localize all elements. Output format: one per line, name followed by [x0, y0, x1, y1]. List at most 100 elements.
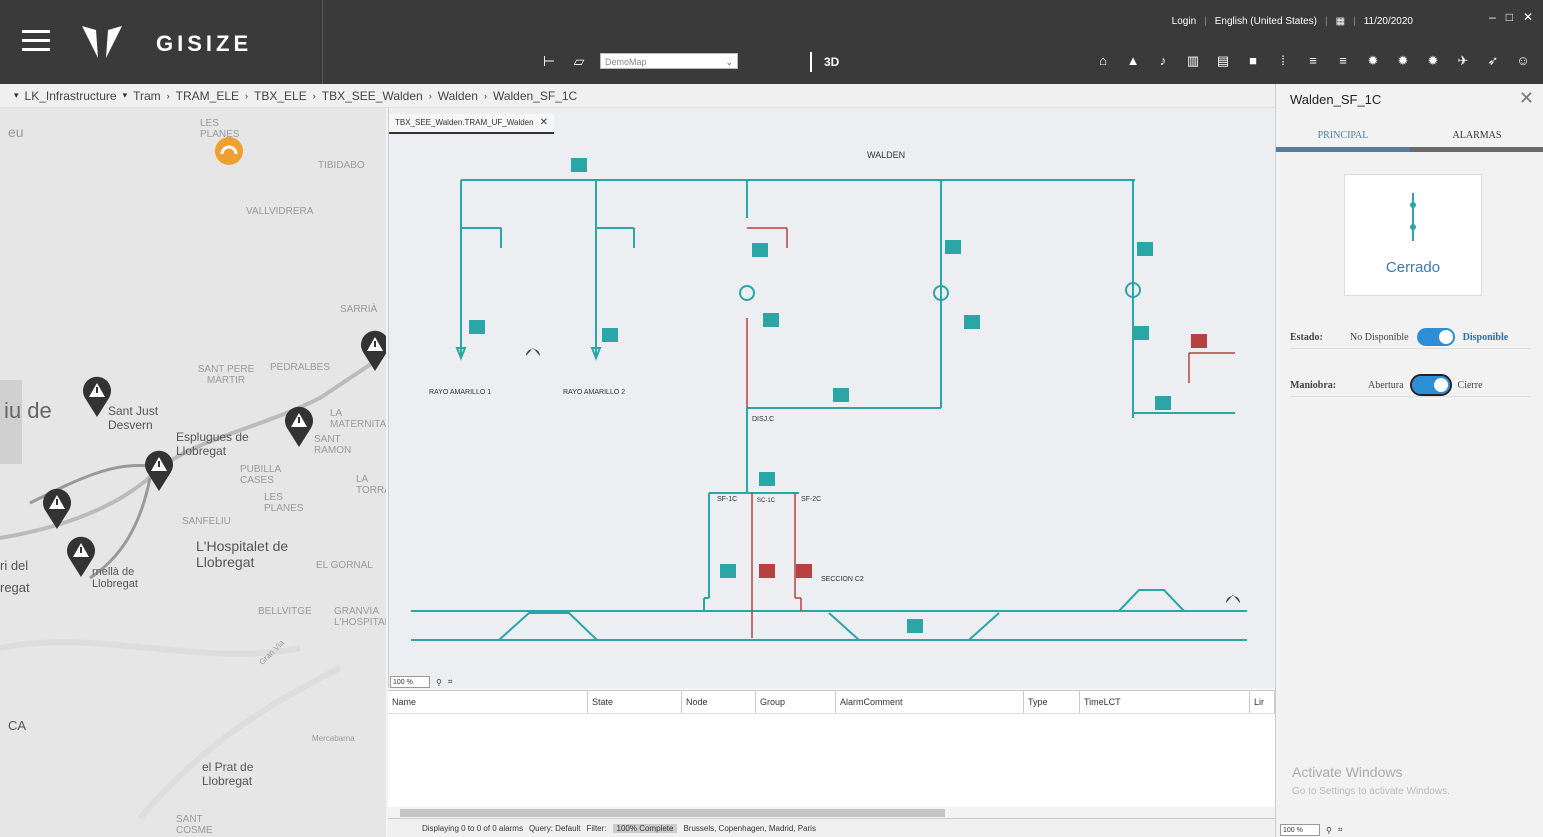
- label-rayo-2: RAYO AMARILLO 2: [563, 389, 626, 396]
- activate-windows-title: Activate Windows: [1292, 764, 1403, 780]
- status-query: Query: Default: [528, 823, 581, 833]
- switch-state-card: Cerrado: [1344, 174, 1482, 296]
- map-label: regat: [0, 580, 30, 595]
- brand-name: GISIZE: [156, 31, 253, 56]
- estado-row: Estado: No Disponible Disponible: [1290, 326, 1530, 349]
- tram-stop-pin-icon[interactable]: [214, 136, 244, 178]
- breadcrumb-item[interactable]: LK_Infrastructure: [25, 89, 117, 103]
- switch-state-text: Cerrado: [1385, 259, 1441, 276]
- alarm-pin-icon[interactable]: [66, 536, 96, 578]
- alarm-pin-icon[interactable]: [284, 406, 314, 448]
- map-label: SANFELIU: [182, 516, 231, 527]
- col-header[interactable]: Lir: [1250, 691, 1275, 713]
- date-label: 11/20/2020: [1363, 16, 1413, 27]
- route-icon[interactable]: ✈: [1455, 53, 1471, 69]
- minimize-icon[interactable]: –: [1489, 10, 1496, 24]
- tree-icon[interactable]: ⊢: [540, 52, 558, 70]
- camera-icon[interactable]: ■: [1245, 53, 1261, 69]
- tab-alarmas[interactable]: ALARMAS: [1410, 126, 1543, 152]
- switch-symbol-icon: [1410, 193, 1416, 241]
- warning-icon[interactable]: ▲: [1125, 53, 1141, 69]
- user-icon[interactable]: ☺: [1515, 53, 1531, 69]
- col-header[interactable]: Type: [1024, 691, 1080, 713]
- gear-icon[interactable]: ✹: [1425, 53, 1441, 69]
- breadcrumb-item[interactable]: Walden_SF_1C: [493, 89, 577, 103]
- alarm-table[interactable]: Name State Node Group AlarmComment Type …: [388, 690, 1275, 819]
- tab-principal[interactable]: PRINCIPAL: [1276, 126, 1410, 152]
- panel-title: Walden_SF_1C: [1290, 92, 1382, 107]
- login-link[interactable]: Login: [1172, 16, 1196, 27]
- gear-3d-icon[interactable]: ✹: [1365, 53, 1381, 69]
- col-header[interactable]: Name: [388, 691, 588, 713]
- map-label: eu: [8, 124, 24, 140]
- map-label: BELLVITGE: [258, 606, 312, 617]
- breadcrumb-item[interactable]: Tram: [133, 89, 161, 103]
- map-label: LES PLANES: [264, 492, 304, 514]
- vehicle-icon[interactable]: ➶: [1485, 53, 1501, 69]
- col-header[interactable]: Node: [682, 691, 756, 713]
- home-icon[interactable]: ⌂: [1095, 53, 1111, 69]
- map-label: ri del: [0, 558, 29, 573]
- col-header[interactable]: Group: [756, 691, 836, 713]
- zoom-select[interactable]: 100 %: [390, 676, 430, 688]
- close-window-icon[interactable]: ✕: [1523, 10, 1533, 24]
- menu-icon[interactable]: [22, 30, 50, 52]
- maniobra-toggle[interactable]: [1409, 374, 1452, 396]
- map-label: PEDRALBES: [270, 362, 331, 373]
- zoom-select[interactable]: 100 %: [1280, 824, 1320, 836]
- view-3d-button[interactable]: 3D: [810, 52, 839, 72]
- list-icon[interactable]: ≡: [1335, 53, 1351, 69]
- alarm-pin-icon[interactable]: [82, 376, 112, 418]
- col-header[interactable]: TimeLCT: [1080, 691, 1250, 713]
- gear-pin-icon[interactable]: ✹: [1395, 53, 1411, 69]
- chart-icon[interactable]: ▥: [1185, 53, 1201, 69]
- alarm-pin-icon[interactable]: [144, 450, 174, 492]
- close-icon[interactable]: ✕: [1519, 88, 1534, 109]
- map-label: Sant Just Desvern: [108, 404, 159, 432]
- alarm-pin-icon[interactable]: [360, 330, 386, 372]
- fit-icon[interactable]: ⌗: [448, 677, 453, 687]
- fit-icon[interactable]: ⌗: [1338, 825, 1343, 835]
- clipboard-icon[interactable]: ▤: [1215, 53, 1231, 69]
- window-controls: – □ ✕: [1489, 10, 1533, 24]
- map-label: LA TORRASSA: [356, 474, 386, 496]
- breadcrumb-item[interactable]: TBX_SEE_Walden: [322, 89, 423, 103]
- scroll-thumb[interactable]: [400, 809, 945, 817]
- single-line-diagram: [411, 158, 1247, 641]
- map-view[interactable]: eu LES PLANES TIBIDABO VALLVIDRERA SARRI…: [0, 108, 386, 837]
- toolbar-icons: ⌂ ▲ ♪ ▥ ▤ ■ ⁞ ≡ ≡ ✹ ✹ ✹ ✈ ➶ ☺: [1095, 53, 1531, 69]
- map-label: SARRIÀ: [340, 304, 378, 315]
- alarm-table-header: Name State Node Group AlarmComment Type …: [388, 691, 1275, 714]
- panel-tabs: PRINCIPAL ALARMAS: [1276, 126, 1543, 152]
- maniobra-off-label: Abertura: [1368, 379, 1404, 391]
- estado-toggle[interactable]: [1416, 328, 1455, 346]
- alarm-pin-icon[interactable]: [42, 488, 72, 530]
- top-info: Login | English (United States) | ▦ | 11…: [1171, 16, 1413, 27]
- logo-icon: [82, 26, 122, 58]
- map-label: CA: [8, 718, 27, 733]
- map-label: GRANVIA L'HOSPITALET: [334, 606, 386, 628]
- chevron-down-icon: ⌄: [725, 57, 733, 67]
- map-label: LA MATERNITAT: [330, 408, 386, 430]
- search-icon[interactable]: ⚲: [436, 678, 442, 687]
- breadcrumb-item[interactable]: Walden: [438, 89, 478, 103]
- col-header[interactable]: AlarmComment: [836, 691, 1024, 713]
- list-add-icon[interactable]: ≡: [1305, 53, 1321, 69]
- map-label: L'Hospitalet de Llobregat: [196, 538, 289, 570]
- status-filter: Filter:: [586, 823, 607, 833]
- chevron-down-icon[interactable]: ▾: [14, 90, 19, 101]
- search-icon[interactable]: ⚲: [1326, 826, 1332, 835]
- breadcrumb-item[interactable]: TRAM_ELE: [176, 89, 239, 103]
- status-timezone: Brussels, Copenhagen, Madrid, Paris: [683, 823, 816, 833]
- breadcrumb-item[interactable]: TBX_ELE: [254, 89, 307, 103]
- estado-label: Estado:: [1290, 331, 1323, 343]
- maximize-icon[interactable]: □: [1506, 10, 1513, 24]
- language-selector[interactable]: English (United States): [1215, 16, 1317, 27]
- col-header[interactable]: State: [588, 691, 682, 713]
- layers-icon[interactable]: ▱: [570, 52, 588, 70]
- schematic-view[interactable]: TBX_SEE_Walden.TRAM_UF_Walden ✕ WALDEN R…: [388, 108, 1276, 688]
- grid-icon[interactable]: ⁞: [1275, 53, 1291, 69]
- bell-icon[interactable]: ♪: [1155, 53, 1171, 69]
- maniobra-label: Maniobra:: [1290, 379, 1337, 391]
- map-select[interactable]: DemoMap ⌄: [600, 53, 738, 69]
